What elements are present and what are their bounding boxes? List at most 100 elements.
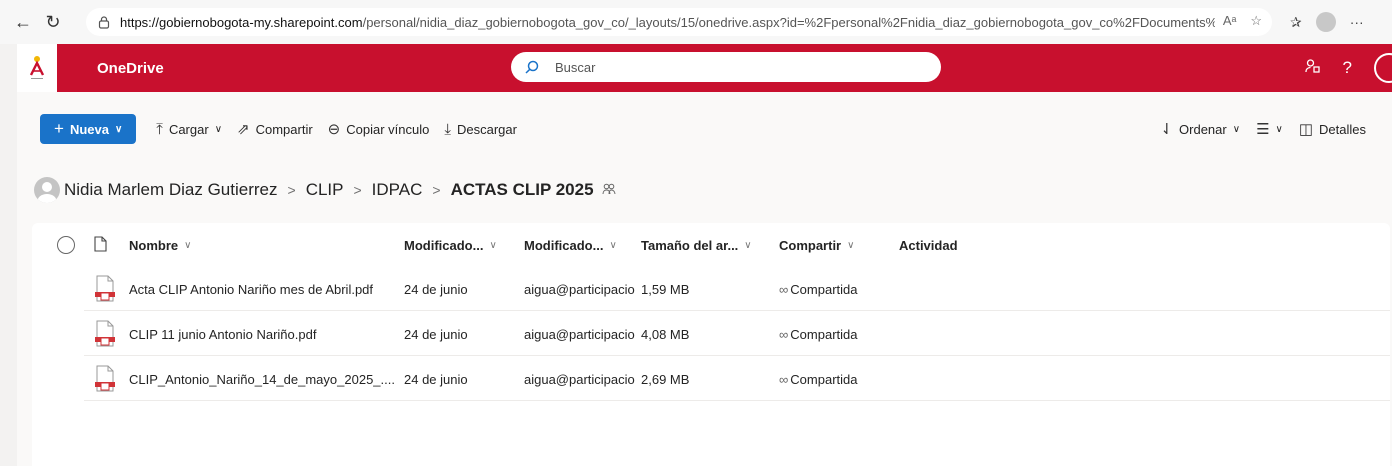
column-size-label: Tamaño del ar... — [641, 237, 739, 253]
select-all-checkbox[interactable] — [57, 236, 75, 254]
people-settings-icon[interactable] — [1304, 58, 1321, 79]
table-row[interactable]: Acta CLIP Antonio Nariño mes de Abril.pd… — [84, 267, 1390, 311]
download-button[interactable]: ⤓ Descargar — [444, 121, 517, 138]
sort-label: Ordenar — [1179, 121, 1227, 137]
upload-icon: ⤒ — [156, 120, 163, 138]
column-header-size[interactable]: Tamaño del ar... ∨ — [641, 238, 752, 253]
column-header-activity[interactable]: Actividad — [899, 238, 958, 253]
upload-label: Cargar — [168, 121, 209, 137]
modified-by: aigua@participacio — [524, 371, 635, 387]
plus-icon: + — [54, 119, 64, 138]
sharing-status[interactable]: ∞ Compartida — [779, 357, 857, 401]
details-label: Detalles — [1319, 121, 1366, 137]
left-strip — [0, 44, 17, 466]
column-header-sharing[interactable]: Compartir ∨ — [779, 238, 854, 253]
copy-link-label: Copiar vínculo — [346, 121, 430, 137]
url-host: https://gobiernobogota-my.sharepoint.com — [120, 14, 363, 30]
file-list-header: Nombre ∨ Modificado... ∨ Modificado... ∨ Ta… — [32, 223, 1390, 267]
search-input[interactable]: Buscar — [511, 52, 941, 82]
file-size: 4,08 MB — [641, 326, 690, 342]
modified-date: 24 de junio — [404, 371, 468, 387]
sharing-label: Compartida — [790, 281, 858, 297]
column-activity-label: Actividad — [899, 237, 958, 253]
table-row[interactable]: CLIP_Antonio_Nariño_14_de_mayo_2025_....… — [84, 357, 1390, 401]
breadcrumb-current: ACTAS CLIP 2025 — [450, 180, 594, 199]
column-modified-by-label: Modificado... — [524, 237, 604, 253]
file-name[interactable]: CLIP 11 junio Antonio Nariño.pdf — [129, 312, 316, 356]
file-list: Nombre ∨ Modificado... ∨ Modificado... ∨ Ta… — [32, 223, 1390, 466]
breadcrumb-item-user[interactable]: Nidia Marlem Diaz Gutierrez — [64, 180, 278, 200]
column-header-name[interactable]: Nombre ∨ — [129, 238, 191, 253]
breadcrumb-item-clip[interactable]: CLIP — [306, 180, 344, 200]
pdf-file-icon — [94, 267, 116, 311]
breadcrumb: Nidia Marlem Diaz Gutierrez > CLIP > IDP… — [34, 174, 616, 206]
chevron-down-icon: ∨ — [184, 239, 192, 251]
shared-people-icon — [602, 182, 616, 199]
organization-logo[interactable] — [17, 44, 57, 92]
sort-button[interactable]: ⇃ Ordenar ∨ — [1160, 120, 1240, 138]
browser-toolbar: ← ↻ https://gobiernobogota-my.sharepoint… — [0, 0, 1392, 44]
chevron-down-icon: ∨ — [214, 123, 223, 135]
modified-by: aigua@participacio — [524, 281, 635, 297]
back-arrow-icon[interactable]: ← — [8, 7, 38, 37]
download-icon: ⤓ — [444, 120, 451, 138]
search-placeholder: Buscar — [555, 59, 596, 75]
search-icon — [525, 60, 539, 74]
sharing-status[interactable]: ∞ Compartida — [779, 267, 857, 311]
profile-avatar[interactable] — [1315, 12, 1336, 32]
chevron-down-icon: ∨ — [1232, 123, 1241, 135]
app-title[interactable]: OneDrive — [97, 60, 164, 77]
chevron-down-icon: ∨ — [609, 239, 617, 251]
command-bar: + Nueva ∨ ⤒ Cargar ∨ ⇗ Compartir ⊖ Copia… — [40, 114, 532, 144]
list-view-icon: ☰ — [1256, 121, 1270, 138]
read-aloud-icon[interactable]: Aᵃ — [1223, 13, 1237, 29]
lock-icon — [96, 14, 112, 30]
favorites-list-icon[interactable]: ✰ — [1290, 14, 1302, 31]
file-type-icon — [94, 236, 107, 252]
breadcrumb-separator-icon: > — [432, 182, 441, 198]
column-header-modified-by[interactable]: Modificado... ∨ — [524, 238, 617, 253]
logo-mark-icon — [29, 56, 45, 79]
column-sharing-label: Compartir — [779, 237, 842, 253]
share-label: Compartir — [255, 121, 313, 137]
upload-button[interactable]: ⤒ Cargar ∨ — [156, 121, 222, 138]
file-size: 2,69 MB — [641, 371, 690, 387]
help-icon[interactable]: ? — [1343, 58, 1352, 78]
account-avatar[interactable] — [1374, 53, 1392, 83]
breadcrumb-item-idpac[interactable]: IDPAC — [372, 180, 423, 200]
sharing-label: Compartida — [790, 371, 858, 387]
column-header-modified[interactable]: Modificado... ∨ — [404, 238, 497, 253]
main-content: + Nueva ∨ ⤒ Cargar ∨ ⇗ Compartir ⊖ Copia… — [17, 92, 1392, 466]
new-button[interactable]: + Nueva ∨ — [40, 114, 137, 144]
share-button[interactable]: ⇗ Compartir — [237, 120, 313, 138]
link-icon: ⊖ — [327, 121, 341, 138]
sharing-label: Compartida — [790, 326, 858, 342]
sort-icon: ⇃ — [1160, 121, 1174, 138]
more-icon[interactable]: ··· — [1350, 14, 1364, 30]
chevron-down-icon: ∨ — [744, 239, 752, 251]
view-commands: ⇃ Ordenar ∨ ☰ ∨ ◫ Detalles — [1160, 114, 1392, 144]
download-label: Descargar — [457, 121, 517, 137]
favorite-star-icon[interactable]: ☆ — [1250, 13, 1262, 29]
modified-date: 24 de junio — [404, 326, 468, 342]
app-header: OneDrive Buscar ? — [17, 44, 1392, 92]
breadcrumb-separator-icon: > — [353, 182, 362, 198]
chevron-down-icon: ∨ — [114, 123, 123, 135]
address-bar[interactable]: https://gobiernobogota-my.sharepoint.com… — [86, 8, 1272, 36]
view-options-button[interactable]: ☰ ∨ — [1256, 120, 1283, 138]
refresh-icon[interactable]: ↻ — [38, 7, 68, 37]
chevron-down-icon: ∨ — [1275, 123, 1283, 135]
details-pane-icon: ◫ — [1298, 121, 1314, 138]
details-button[interactable]: ◫ Detalles — [1299, 120, 1366, 138]
copy-link-button[interactable]: ⊖ Copiar vínculo — [328, 120, 430, 138]
pdf-file-icon — [94, 357, 116, 401]
shared-people-icon: ∞ — [779, 326, 789, 342]
shared-people-icon: ∞ — [779, 281, 789, 297]
table-row[interactable]: CLIP 11 junio Antonio Nariño.pdf 24 de j… — [84, 312, 1390, 356]
user-avatar-icon — [34, 177, 60, 203]
new-button-label: Nueva — [69, 121, 109, 137]
file-name[interactable]: CLIP_Antonio_Nariño_14_de_mayo_2025_.... — [129, 357, 395, 401]
sharing-status[interactable]: ∞ Compartida — [779, 312, 857, 356]
breadcrumb-separator-icon: > — [287, 182, 296, 198]
file-name[interactable]: Acta CLIP Antonio Nariño mes de Abril.pd… — [129, 267, 373, 311]
